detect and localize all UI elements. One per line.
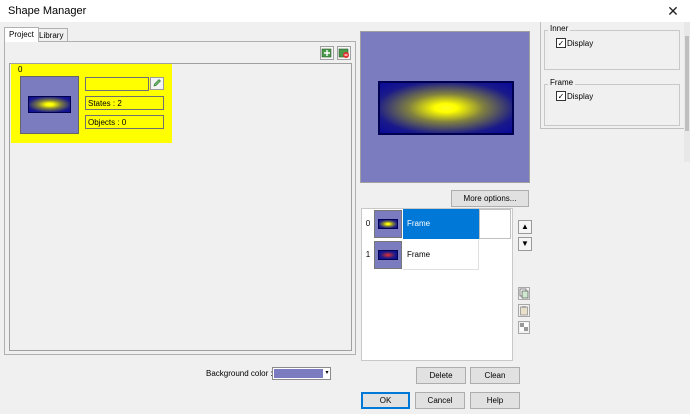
pencil-icon: [153, 79, 161, 87]
paste-state-icon: [520, 306, 528, 316]
shape-preview: [360, 31, 530, 183]
state-index: 1: [365, 250, 371, 259]
copy-state-button[interactable]: [518, 287, 530, 300]
background-color-swatch: [274, 369, 323, 378]
shape-name-input[interactable]: [85, 77, 149, 91]
frame-display-label: Display: [567, 92, 594, 101]
transparency-button[interactable]: [518, 321, 530, 334]
more-options-button[interactable]: More options...: [451, 190, 529, 207]
tab-project[interactable]: Project: [4, 27, 39, 42]
preview-image: [378, 81, 514, 135]
add-shape-button[interactable]: [320, 46, 334, 60]
state-thumbnail[interactable]: [374, 210, 402, 238]
transparency-icon: [520, 323, 528, 331]
ok-button[interactable]: OK: [361, 392, 410, 409]
arrow-up-icon: ▲: [521, 222, 529, 231]
background-color-label: Background color :: [206, 369, 273, 378]
state-thumbnail-image: [378, 219, 398, 229]
delete-button[interactable]: Delete: [416, 367, 466, 384]
state-thumbnail[interactable]: [374, 241, 402, 269]
clean-button[interactable]: Clean: [470, 367, 520, 384]
arrow-down-icon: ▼: [521, 239, 529, 248]
inner-display-checkbox[interactable]: ✓: [556, 38, 566, 48]
add-shape-icon: [321, 48, 332, 58]
close-button[interactable]: ✕: [660, 1, 686, 21]
objects-count: Objects : 0: [85, 115, 164, 129]
background-color-picker[interactable]: ▾: [272, 367, 331, 380]
help-button[interactable]: Help: [470, 392, 520, 409]
state-value-field[interactable]: [479, 209, 511, 239]
frame-group-title: Frame: [548, 78, 576, 87]
inner-display-label: Display: [567, 39, 594, 48]
paste-state-button[interactable]: [518, 304, 530, 317]
checkmark-icon: ✓: [557, 92, 565, 101]
properties-scrollbar-thumb[interactable]: [685, 36, 689, 131]
shape-thumbnail-image: [28, 96, 71, 113]
state-row-frame[interactable]: Frame: [403, 240, 479, 270]
frame-display-checkbox[interactable]: ✓: [556, 91, 566, 101]
copy-state-icon: [519, 288, 529, 299]
title-bar: [0, 0, 690, 22]
close-icon: ✕: [667, 3, 679, 19]
state-index: 0: [365, 219, 371, 228]
checkmark-icon: ✓: [557, 39, 565, 48]
window-title: Shape Manager: [8, 5, 87, 17]
states-count: States : 2: [85, 96, 164, 110]
inner-group: [544, 30, 680, 70]
move-down-button[interactable]: ▼: [518, 237, 532, 251]
inner-group-title: Inner: [548, 24, 571, 33]
delete-shape-button[interactable]: [337, 46, 351, 60]
edit-name-button[interactable]: [150, 77, 164, 90]
chevron-down-icon: ▾: [325, 370, 329, 376]
state-thumbnail-image: [378, 250, 398, 260]
delete-shape-icon: [338, 48, 349, 58]
cancel-button[interactable]: Cancel: [415, 392, 465, 409]
state-row-frame[interactable]: Frame: [403, 209, 479, 239]
tab-library[interactable]: Library: [34, 28, 69, 42]
move-up-button[interactable]: ▲: [518, 220, 532, 234]
shape-thumbnail[interactable]: [20, 76, 79, 134]
shape-index: 0: [18, 65, 23, 74]
